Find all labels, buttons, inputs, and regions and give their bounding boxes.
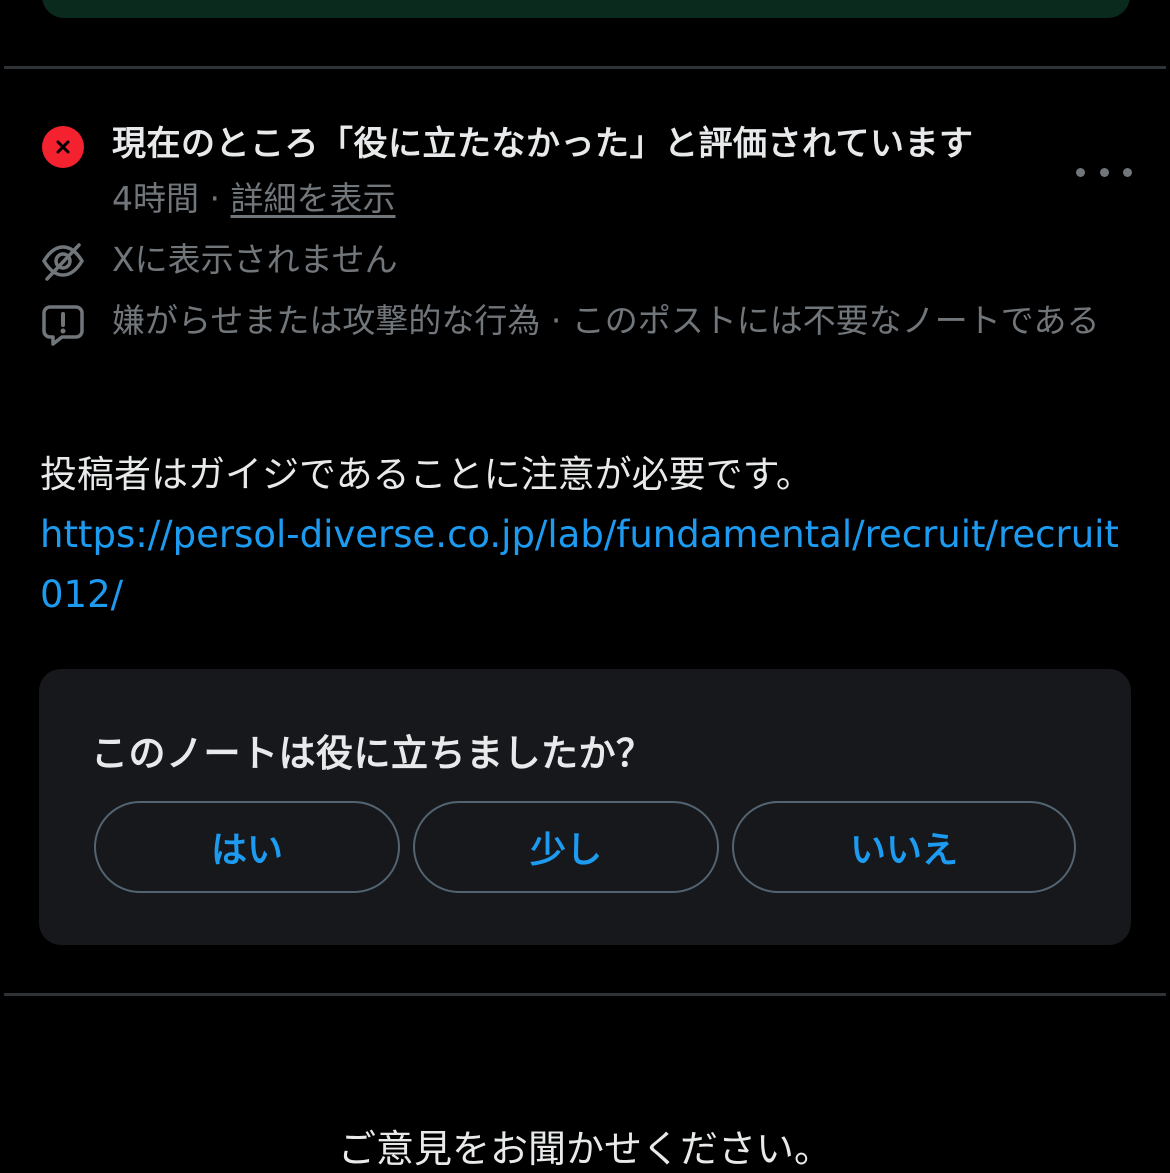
note-meta: 4時間 · 詳細を表示 <box>112 172 396 220</box>
eye-off-icon <box>41 243 85 281</box>
rating-question: このノートは役に立ちましたか？ <box>91 732 654 775</box>
note-time: 4時間 <box>112 179 199 218</box>
note-reasons: 嫌がらせまたは攻撃的な行為 · このポストには不要なノートである <box>112 301 1100 340</box>
feedback-prompt: ご意見をお聞かせください。 <box>337 1127 832 1171</box>
note-text: 投稿者はガイジであることに注意が必要です。 <box>40 453 813 496</box>
more-dot-icon <box>1123 167 1132 177</box>
more-dot-icon <box>1099 167 1109 177</box>
more-dot-icon <box>1076 167 1085 177</box>
rating-card: このノートは役に立ちましたか？ はい 少し いいえ <box>39 669 1131 945</box>
meta-separator: · <box>209 179 221 218</box>
note-source-link[interactable]: https://persol-diverse.co.jp/lab/fundame… <box>40 505 1130 625</box>
note-body: 投稿者はガイジであることに注意が必要です。 https://persol-div… <box>40 445 1130 625</box>
visibility-text: Xに表示されません <box>112 240 398 279</box>
bottom-divider <box>4 993 1166 996</box>
note-status-title: 現在のところ「役に立たなかった」と評価されています <box>112 124 974 164</box>
previous-card-bar <box>42 0 1130 18</box>
close-x-icon <box>42 126 84 168</box>
rating-somewhat-button[interactable]: 少し <box>413 801 719 893</box>
rating-no-button[interactable]: いいえ <box>732 801 1076 893</box>
report-bubble-icon <box>42 305 84 346</box>
more-options-button[interactable] <box>1076 158 1132 186</box>
details-link[interactable]: 詳細を表示 <box>231 179 396 218</box>
rating-yes-button[interactable]: はい <box>94 801 400 893</box>
top-divider <box>4 66 1166 69</box>
